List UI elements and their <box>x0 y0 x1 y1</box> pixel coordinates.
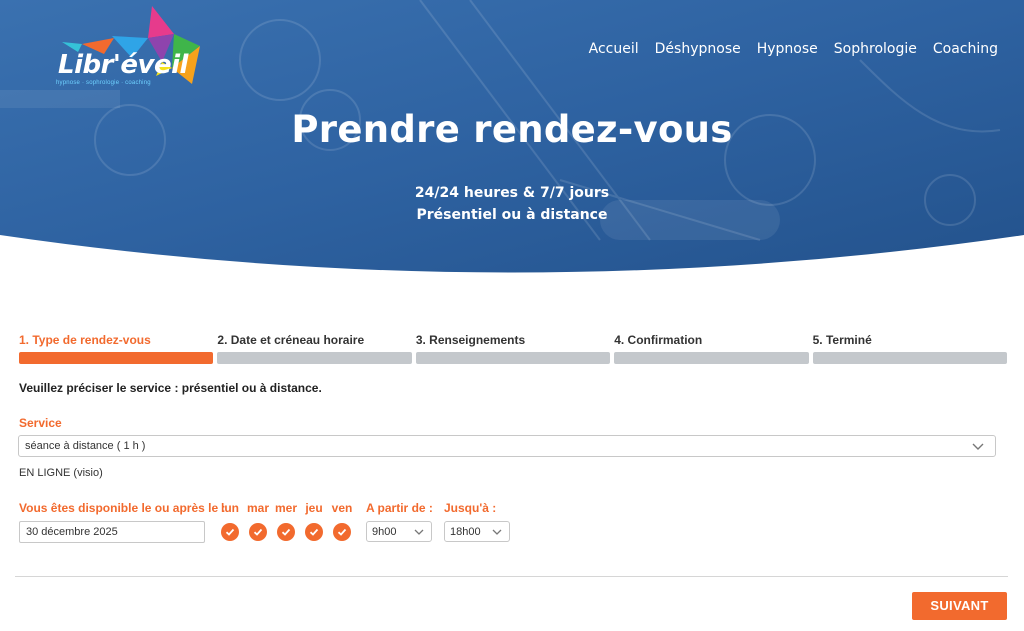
nav-link-coaching[interactable]: Coaching <box>933 41 998 57</box>
step-label: 4. Confirmation <box>614 333 703 347</box>
day-mon: lun <box>219 501 241 541</box>
logo-subtitle: hypnose · sophrologie · coaching <box>56 80 151 86</box>
service-select[interactable]: séance à distance ( 1 h ) <box>18 435 996 457</box>
from-time-label: A partir de : <box>366 501 433 515</box>
form-intro: Veuillez préciser le service : présentie… <box>19 381 322 395</box>
step-label: 2. Date et créneau horaire <box>217 333 365 347</box>
check-icon[interactable] <box>305 523 323 541</box>
day-fri: ven <box>331 501 353 541</box>
step-info: 3. Renseignements <box>415 333 611 364</box>
step-progress-bar <box>415 352 611 364</box>
step-done: 5. Terminé <box>812 333 1008 364</box>
step-date: 2. Date et créneau horaire <box>217 333 412 364</box>
step-progress-bar <box>812 352 1008 364</box>
nav-link-hypnose[interactable]: Hypnose <box>757 41 818 57</box>
step-label: 3. Renseignements <box>415 333 526 347</box>
chevron-down-icon <box>492 529 502 535</box>
day-label: ven <box>331 501 353 515</box>
from-time-select[interactable]: 9h00 <box>366 521 432 542</box>
check-icon[interactable] <box>277 523 295 541</box>
hero-subtitle-line1: 24/24 heures & 7/7 jours <box>414 185 610 201</box>
availability-label: Vous êtes disponible le ou après le : <box>19 501 226 515</box>
step-progress-bar <box>614 352 809 364</box>
nav-link-deshypnose[interactable]: Déshypnose <box>655 41 741 57</box>
day-wed: mer <box>275 501 297 541</box>
to-time-select[interactable]: 18h00 <box>444 521 510 542</box>
nav-link-sophrologie[interactable]: Sophrologie <box>834 41 917 57</box>
to-time-value: 18h00 <box>450 526 481 538</box>
step-label: 1. Type de rendez-vous <box>19 333 151 347</box>
day-label: mar <box>247 501 270 515</box>
service-select-value: séance à distance ( 1 h ) <box>25 440 146 452</box>
divider <box>15 576 1008 577</box>
day-label: jeu <box>305 501 323 515</box>
service-note: EN LIGNE (visio) <box>19 467 103 479</box>
check-icon[interactable] <box>221 523 239 541</box>
chevron-down-icon <box>414 529 424 535</box>
service-label: Service <box>19 416 62 430</box>
logo-text[interactable]: Libr'éveil <box>58 50 188 80</box>
page-title: Prendre rendez-vous <box>291 108 733 151</box>
next-button[interactable]: SUIVANT <box>912 592 1007 620</box>
weekday-checkboxes: lun mar mer jeu ven <box>219 501 353 541</box>
step-label: 5. Terminé <box>812 333 872 347</box>
day-label: mer <box>275 501 298 515</box>
day-thu: jeu <box>303 501 325 541</box>
step-progress-bar <box>19 352 214 364</box>
main-nav: Accueil Déshypnose Hypnose Sophrologie C… <box>589 41 998 57</box>
hero-subtitle: 24/24 heures & 7/7 jours Présentiel ou à… <box>0 182 1024 226</box>
check-icon[interactable] <box>333 523 351 541</box>
from-time-value: 9h00 <box>372 526 397 538</box>
hero-subtitle-line2: Présentiel ou à distance <box>416 207 608 223</box>
step-progress-bar <box>217 352 412 364</box>
date-field[interactable]: 30 décembre 2025 <box>19 521 205 543</box>
booking-steps: 1. Type de rendez-vous 2. Date et crénea… <box>19 333 1008 364</box>
hero-banner: Libr'éveil hypnose · sophrologie · coach… <box>0 0 1024 280</box>
day-tue: mar <box>247 501 269 541</box>
step-confirmation: 4. Confirmation <box>614 333 809 364</box>
check-icon[interactable] <box>249 523 267 541</box>
day-label: lun <box>221 501 239 515</box>
chevron-down-icon <box>972 443 984 450</box>
nav-link-accueil[interactable]: Accueil <box>589 41 639 57</box>
step-type: 1. Type de rendez-vous <box>19 333 214 364</box>
to-time-label: Jusqu'à : <box>444 501 497 515</box>
